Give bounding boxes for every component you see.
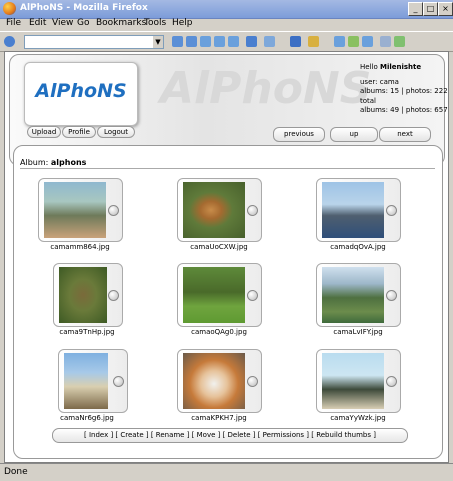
greeting-prefix: Hello [360,63,378,71]
upload-button[interactable]: Upload [27,126,61,138]
select-knob[interactable] [386,376,397,387]
menu-help[interactable]: Help [172,18,193,28]
photo-thumb-2[interactable] [177,178,262,242]
photo-thumb-8[interactable] [177,349,262,413]
user-line: user: cama [360,77,399,86]
photo-caption[interactable]: camaKPKH7.jpg [169,414,269,422]
up-button[interactable]: up [330,127,378,142]
photo-thumb-7[interactable] [58,349,128,413]
menu-bar: File Edit View Go Bookmarks Tools Help [0,18,453,31]
album-name: alphons [50,158,87,167]
photo-image[interactable] [64,353,108,409]
logo-box: AlPhoNS [24,62,138,126]
photo-thumb-3[interactable] [316,178,401,242]
photo-image[interactable] [59,267,107,323]
prev-page-icon[interactable] [334,36,345,47]
select-knob[interactable] [247,205,258,216]
album-panel: Album: alphons camamm864.jpg camaUoCXW.j… [13,145,443,459]
banner-watermark: AlPhoNS [160,63,372,114]
album-actions-bar[interactable]: [ Index ] [ Create ] [ Rename ] [ Move ]… [52,428,408,443]
forward-icon[interactable] [186,36,197,47]
photo-caption[interactable]: camaYyWzk.jpg [308,414,408,422]
photo-caption[interactable]: camaLvIFY.jpg [308,328,408,336]
greeting: Hello Milenishte [360,63,448,73]
bookmark-icon[interactable] [246,36,257,47]
menu-edit[interactable]: Edit [29,18,46,28]
photo-image[interactable] [322,182,384,238]
select-knob[interactable] [386,290,397,301]
select-knob[interactable] [386,205,397,216]
maximize-button[interactable]: □ [423,2,438,16]
select-knob[interactable] [108,290,119,301]
back-icon[interactable] [172,36,183,47]
user-stats: albums: 15 | photos: 222 [360,87,448,95]
total-label: total [360,96,377,105]
select-knob[interactable] [108,205,119,216]
title-bar: AlPhoNS - Mozilla Firefox _ □ × [0,0,453,19]
photo-caption[interactable]: camaNr6g6.jpg [37,414,137,422]
status-text: Done [4,467,28,477]
go-icon[interactable] [362,36,373,47]
photo-thumb-4[interactable] [53,263,123,327]
album-heading: Album: alphons [20,158,435,169]
user-name: Milenishte [379,63,422,71]
photo-image[interactable] [183,182,245,238]
next-page-icon[interactable] [348,36,359,47]
photo-thumb-9[interactable] [316,349,401,413]
wrench-icon[interactable] [380,36,391,47]
photo-image[interactable] [322,353,384,409]
home-icon[interactable] [228,36,239,47]
photo-caption[interactable]: camaUoCXW.jpg [169,243,269,251]
toolbar: ▼ [0,31,453,52]
menu-bookmarks[interactable]: Bookmarks [96,18,146,28]
user-info: Hello Milenishte user: cama albums: 15 |… [360,63,448,116]
photo-thumb-5[interactable] [177,263,262,327]
photo-image[interactable] [183,267,245,323]
menu-go[interactable]: Go [77,18,89,28]
history-icon[interactable] [264,36,275,47]
url-field[interactable]: ▼ [24,35,164,49]
select-knob[interactable] [247,290,258,301]
pencil-icon[interactable] [394,36,405,47]
photo-image[interactable] [322,267,384,323]
tool-icon[interactable] [308,36,319,47]
album-label: Album: [20,158,49,167]
photo-caption[interactable]: camaoQAg0.jpg [169,328,269,336]
menu-file[interactable]: File [6,18,21,28]
info-icon[interactable] [290,36,301,47]
photo-thumb-1[interactable] [38,178,123,242]
photo-caption[interactable]: camamm864.jpg [30,243,130,251]
firefox-icon [3,2,16,15]
close-button[interactable]: × [438,2,453,16]
select-knob[interactable] [113,376,124,387]
previous-button[interactable]: previous [273,127,325,142]
photo-thumb-6[interactable] [316,263,401,327]
globe-icon[interactable] [4,36,15,47]
photo-caption[interactable]: camadqOvA.jpg [308,243,408,251]
photo-image[interactable] [183,353,245,409]
window-title: AlPhoNS - Mozilla Firefox [20,3,148,13]
total-stats: albums: 49 | photos: 657 [360,106,448,114]
chevron-down-icon[interactable]: ▼ [153,36,163,48]
select-knob[interactable] [247,376,258,387]
minimize-button[interactable]: _ [408,2,423,16]
page-content: AlPhoNS AlPhoNS Upload Profile Logout He… [4,51,449,463]
logout-button[interactable]: Logout [97,126,135,138]
photo-caption[interactable]: cama9TnHp.jpg [37,328,137,336]
logo: AlPhoNS [35,80,127,102]
stop-icon[interactable] [214,36,225,47]
profile-button[interactable]: Profile [62,126,96,138]
next-button[interactable]: next [379,127,431,142]
menu-tools[interactable]: Tools [144,18,166,28]
menu-view[interactable]: View [52,18,73,28]
status-bar: Done [0,463,453,481]
reload-icon[interactable] [200,36,211,47]
photo-image[interactable] [44,182,106,238]
